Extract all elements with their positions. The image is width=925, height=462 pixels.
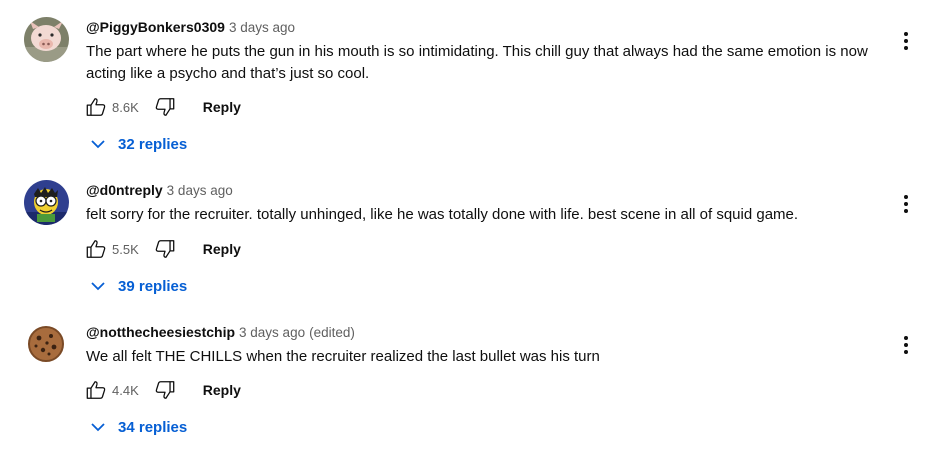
comment-thread: @notthecheesiestchip 3 days ago (edited) W… bbox=[0, 322, 925, 462]
more-actions-button[interactable] bbox=[896, 192, 916, 216]
dislike-button[interactable] bbox=[153, 237, 177, 261]
comment-actions: 4.4K Reply bbox=[84, 378, 241, 402]
chevron-down-icon bbox=[88, 276, 108, 296]
comment-actions: 5.5K Reply bbox=[84, 237, 241, 261]
cartoon-character-avatar-icon bbox=[24, 180, 69, 225]
view-replies-button[interactable]: 39 replies bbox=[88, 274, 187, 298]
avatar[interactable] bbox=[24, 17, 69, 62]
comment-time[interactable]: 3 days ago bbox=[229, 20, 295, 35]
pig-avatar-icon bbox=[24, 17, 69, 62]
replies-count-label: 39 replies bbox=[118, 277, 188, 295]
thumbs-up-icon bbox=[86, 240, 106, 258]
like-button[interactable] bbox=[84, 237, 108, 261]
replies-count-label: 34 replies bbox=[118, 418, 188, 436]
more-actions-button[interactable] bbox=[896, 333, 916, 357]
reply-button[interactable]: Reply bbox=[203, 382, 241, 398]
thumbs-up-icon bbox=[86, 98, 106, 116]
view-replies-button[interactable]: 32 replies bbox=[88, 132, 187, 156]
comment-thread: @PiggyBonkers0309 3 days ago The part whe… bbox=[0, 17, 925, 157]
thumbs-down-icon bbox=[155, 240, 175, 258]
comment-header: @d0ntreply 3 days ago bbox=[86, 182, 237, 199]
chevron-down-icon bbox=[88, 417, 108, 437]
comment-author[interactable]: @notthecheesiestchip bbox=[86, 324, 235, 340]
dislike-button[interactable] bbox=[153, 378, 177, 402]
reply-button[interactable]: Reply bbox=[203, 99, 241, 115]
replies-count-label: 32 replies bbox=[118, 135, 188, 153]
thumbs-down-icon bbox=[155, 381, 175, 399]
comment-author[interactable]: @d0ntreply bbox=[86, 182, 163, 198]
comment-text: The part where he puts the gun in his mo… bbox=[86, 43, 868, 82]
comment-text: felt sorry for the recruiter. totally un… bbox=[86, 206, 799, 223]
more-actions-button[interactable] bbox=[896, 29, 916, 53]
avatar[interactable] bbox=[24, 180, 69, 225]
thumbs-up-icon bbox=[86, 381, 106, 399]
like-count: 8.6K bbox=[112, 99, 139, 115]
vertical-dots-icon bbox=[904, 336, 908, 354]
comment-text: We all felt THE CHILLS when the recruite… bbox=[86, 348, 600, 365]
comment-time[interactable]: 3 days ago bbox=[239, 325, 305, 340]
comment-edited-label: (edited) bbox=[309, 325, 355, 340]
comment-author[interactable]: @PiggyBonkers0309 bbox=[86, 19, 225, 35]
vertical-dots-icon bbox=[904, 32, 908, 50]
like-button[interactable] bbox=[84, 95, 108, 119]
like-button[interactable] bbox=[84, 378, 108, 402]
comment-time[interactable]: 3 days ago bbox=[167, 183, 233, 198]
like-count: 5.5K bbox=[112, 241, 139, 257]
thumbs-down-icon bbox=[155, 98, 175, 116]
chevron-down-icon bbox=[88, 134, 108, 154]
comment-actions: 8.6K Reply bbox=[84, 95, 241, 119]
comment-header: @notthecheesiestchip 3 days ago (edited) bbox=[86, 324, 355, 341]
vertical-dots-icon bbox=[904, 195, 908, 213]
view-replies-button[interactable]: 34 replies bbox=[88, 415, 187, 439]
comment-header: @PiggyBonkers0309 3 days ago bbox=[86, 19, 299, 36]
comment-thread: @d0ntreply 3 days ago felt sorry for the … bbox=[0, 180, 925, 320]
avatar[interactable] bbox=[24, 322, 69, 367]
dislike-button[interactable] bbox=[153, 95, 177, 119]
cookie-avatar-icon bbox=[24, 322, 69, 367]
like-count: 4.4K bbox=[112, 382, 139, 398]
reply-button[interactable]: Reply bbox=[203, 241, 241, 257]
